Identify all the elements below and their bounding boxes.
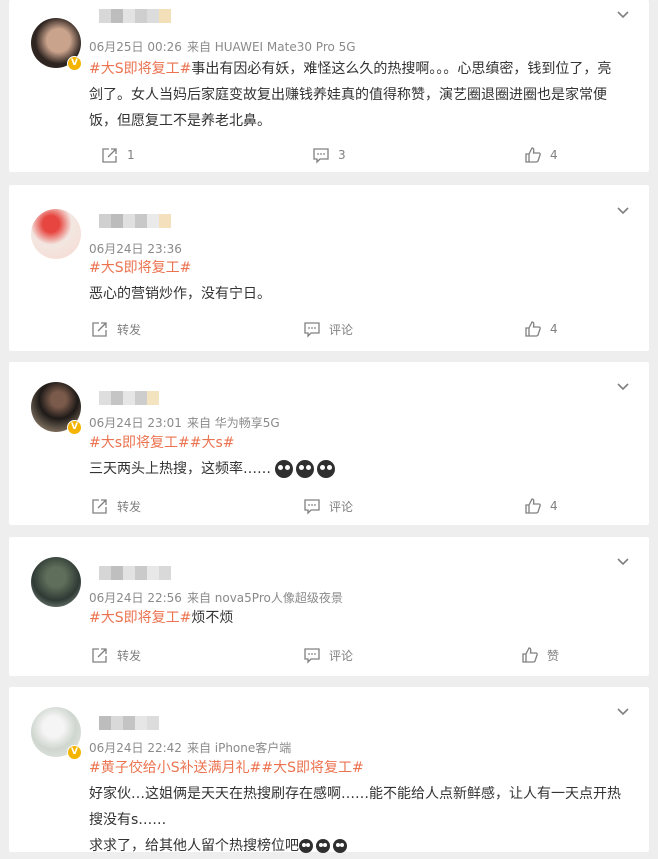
forward-label: 转发 — [117, 499, 142, 514]
chevron-down-icon[interactable] — [615, 553, 631, 569]
comment-text: #大S即将复工#烦不烦 — [89, 605, 625, 631]
comment-button[interactable]: 评论 — [303, 646, 353, 664]
emoji-icon — [317, 460, 336, 478]
source: 来自 iPhone客户端 — [186, 741, 292, 755]
comment-meta: 06月24日 22:56 来自 nova5Pro人像超级夜景 — [89, 589, 343, 606]
comment-meta: 06月24日 23:01 来自 华为畅享5G — [89, 414, 280, 431]
forward-button[interactable]: 转发 — [91, 320, 141, 338]
comment-label: 评论 — [329, 648, 354, 663]
username-blurred[interactable] — [99, 713, 159, 733]
comment-card: V 06月25日 00:26 来自 HUAWEI Mate30 Pro 5G #大… — [9, 0, 649, 172]
chevron-down-icon[interactable] — [615, 378, 631, 394]
comment-card: 06月24日 22:56 来自 nova5Pro人像超级夜景 #大S即将复工#烦不… — [9, 537, 649, 676]
forward-button[interactable]: 1 — [101, 146, 135, 164]
forward-icon — [92, 322, 107, 337]
chevron-down-icon[interactable] — [615, 703, 631, 719]
username-blurred[interactable] — [99, 388, 159, 408]
forward-icon — [92, 648, 107, 663]
like-count: 4 — [550, 322, 558, 336]
comment-text: #大S即将复工#事出有因必有妖，难怪这么久的热搜啊。。。心思缜密，钱到位了，亮剑… — [89, 56, 625, 134]
like-icon — [525, 498, 541, 514]
comment-meta: 06月25日 00:26 来自 HUAWEI Mate30 Pro 5G — [89, 38, 356, 55]
forward-count: 1 — [127, 148, 135, 162]
username-blurred[interactable] — [99, 6, 171, 26]
emoji-icon — [275, 460, 294, 478]
source: 来自 HUAWEI Mate30 Pro 5G — [186, 40, 356, 54]
comment-icon — [304, 322, 320, 338]
verified-badge-icon: V — [67, 56, 82, 71]
like-button[interactable]: 赞 — [521, 646, 559, 664]
hashtag-link[interactable]: #黄子佼给小S补送满月礼# — [89, 760, 261, 776]
forward-icon — [92, 499, 107, 514]
timestamp[interactable]: 06月25日 00:26 — [89, 40, 182, 54]
timestamp[interactable]: 06月24日 22:56 — [89, 591, 182, 605]
comment-text: #黄子佼给小S补送满月礼##大S即将复工# 好家伙…这姐俩是天天在热搜刷存在感啊… — [89, 755, 625, 859]
emoji-icon — [316, 839, 330, 853]
emoji-icon — [299, 839, 313, 853]
avatar[interactable] — [31, 557, 81, 607]
like-count: 4 — [550, 499, 558, 513]
comment-text: #大S即将复工# 恶心的营销炒作，没有宁日。 — [89, 255, 625, 307]
source: 来自 华为畅享5G — [186, 416, 280, 430]
comment-button[interactable]: 评论 — [303, 497, 353, 515]
emoji-icon — [296, 460, 315, 478]
verified-badge-icon: V — [67, 745, 82, 760]
comment-card: V 06月24日 22:42 来自 iPhone客户端 #黄子佼给小S补送满月礼#… — [9, 687, 649, 854]
like-count: 4 — [550, 148, 558, 162]
comment-button[interactable]: 评论 — [303, 320, 353, 338]
timestamp[interactable]: 06月24日 22:42 — [89, 741, 182, 755]
comment-icon — [304, 648, 320, 664]
comment-button[interactable]: 3 — [312, 146, 346, 164]
comment-label: 评论 — [329, 499, 354, 514]
like-button[interactable]: 4 — [524, 320, 558, 338]
verified-badge-icon: V — [67, 420, 82, 435]
emoji-icon — [333, 839, 347, 853]
hashtag-link[interactable]: #大S即将复工# — [89, 610, 191, 626]
forward-icon — [102, 148, 117, 163]
comment-meta: 06月24日 22:42 来自 iPhone客户端 — [89, 739, 291, 756]
comment-body: 恶心的营销炒作，没有宁日。 — [89, 286, 271, 302]
forward-label: 转发 — [117, 322, 142, 337]
comment-body: 烦不烦 — [191, 610, 234, 626]
hashtag-link[interactable]: #大S即将复工# — [89, 260, 191, 276]
forward-button[interactable]: 转发 — [91, 497, 141, 515]
timestamp[interactable]: 06月24日 23:01 — [89, 416, 182, 430]
comment-count: 3 — [338, 148, 346, 162]
like-icon — [525, 147, 541, 163]
chevron-down-icon[interactable] — [615, 202, 631, 218]
avatar[interactable] — [31, 209, 81, 259]
like-button[interactable]: 4 — [524, 146, 558, 164]
like-label: 赞 — [547, 648, 560, 663]
comment-text: #大s即将复工##大s# 三天两头上热搜，这频率…… — [89, 430, 625, 482]
hashtag-link[interactable]: #大s即将复工# — [89, 435, 190, 451]
forward-label: 转发 — [117, 648, 142, 663]
timestamp[interactable]: 06月24日 23:36 — [89, 242, 182, 256]
like-icon — [525, 321, 541, 337]
like-button[interactable]: 4 — [524, 497, 558, 515]
username-blurred[interactable] — [99, 563, 171, 583]
comment-card: V 06月24日 23:01 来自 华为畅享5G #大s即将复工##大s# 三天两… — [9, 362, 649, 525]
like-icon — [522, 647, 538, 663]
action-bar: 转发 评论 4 — [9, 497, 649, 517]
comment-icon — [313, 148, 329, 164]
hashtag-link[interactable]: #大S即将复工# — [89, 61, 191, 77]
forward-button[interactable]: 转发 — [91, 646, 141, 664]
comment-icon — [304, 499, 320, 515]
comment-card: V 06月24日 23:36 #大S即将复工# 恶心的营销炒作，没有宁日。 转发… — [9, 185, 649, 351]
chevron-down-icon[interactable] — [615, 6, 631, 22]
action-bar: 转发 评论 赞 — [9, 646, 649, 666]
username-blurred[interactable] — [99, 211, 171, 231]
comment-body: 好家伙…这姐俩是天天在热搜刷存在感啊……能不能给人点新鲜感，让人有一天点开热搜没… — [89, 786, 621, 828]
source: 来自 nova5Pro人像超级夜景 — [186, 591, 343, 605]
comment-body: 三天两头上热搜，这频率…… — [89, 461, 271, 477]
comment-label: 评论 — [329, 322, 354, 337]
hashtag-link[interactable]: #大S即将复工# — [261, 760, 363, 776]
hashtag-link[interactable]: #大s# — [190, 435, 235, 451]
action-bar: 转发 评论 4 — [9, 320, 649, 340]
action-bar: 1 3 4 — [9, 146, 649, 166]
